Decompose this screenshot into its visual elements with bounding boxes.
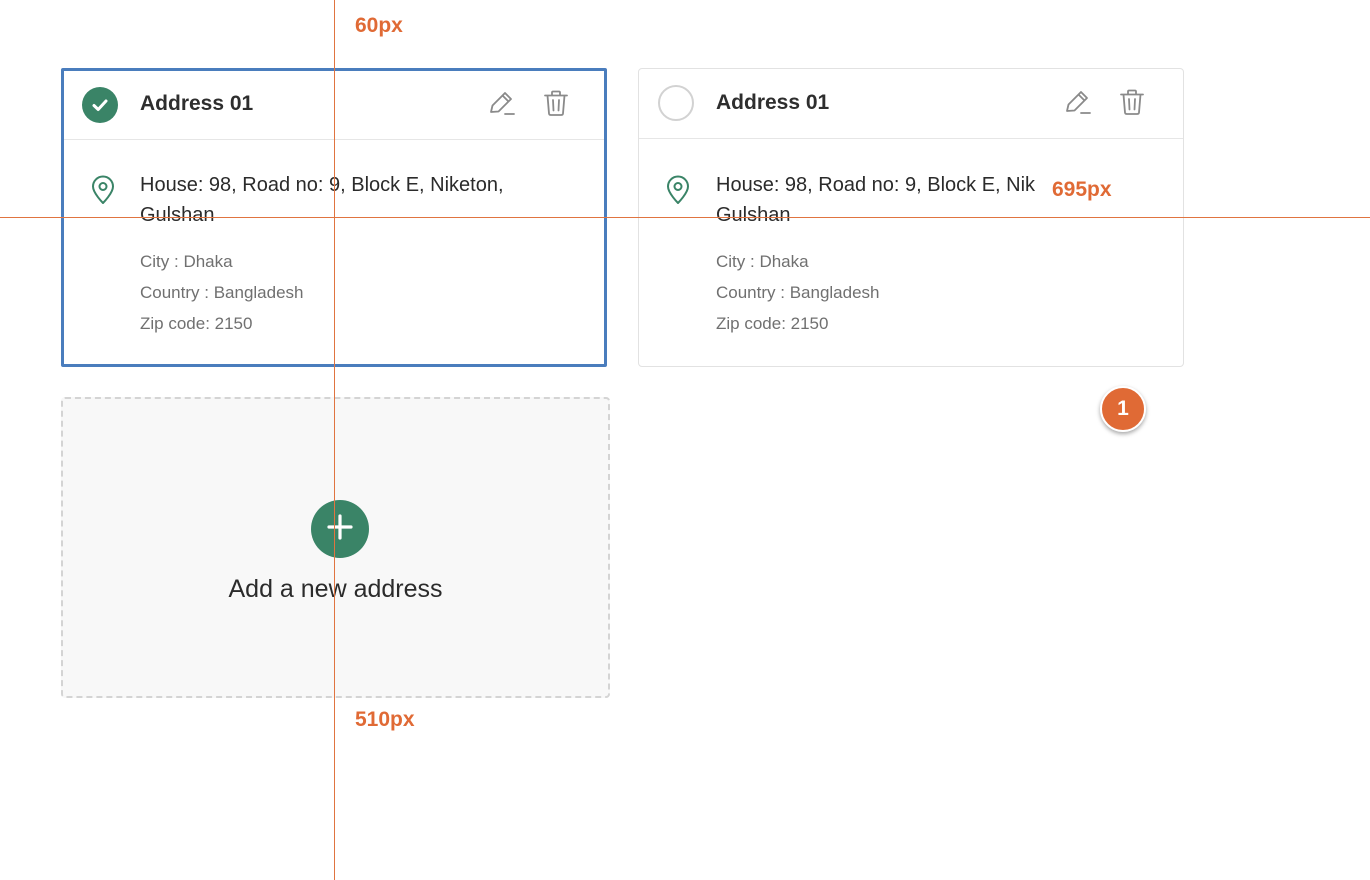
add-address-card[interactable]: Add a new address: [61, 397, 610, 698]
country-text: Country : Bangladesh: [140, 283, 304, 302]
address-meta: City : Dhaka Country : Bangladesh Zip co…: [716, 246, 880, 339]
address-meta: City : Dhaka Country : Bangladesh Zip co…: [140, 246, 304, 339]
country-text: Country : Bangladesh: [716, 283, 880, 302]
delete-button[interactable]: [1116, 88, 1148, 120]
edit-button[interactable]: [1061, 88, 1093, 120]
plus-icon: [326, 513, 354, 546]
street-address: House: 98, Road no: 9, Block E, Nik Guls…: [716, 174, 1036, 226]
map-pin-icon: [90, 175, 116, 210]
top-spacing-label: 60px: [355, 14, 403, 37]
add-address-button[interactable]: [311, 500, 369, 558]
pencil-icon: [486, 88, 516, 123]
city-text: City : Dhaka: [716, 252, 809, 271]
check-circle-icon[interactable]: [82, 87, 118, 123]
pencil-icon: [1062, 87, 1092, 122]
radio-empty-icon[interactable]: [658, 85, 694, 121]
zip-text: Zip code: 2150: [716, 314, 829, 333]
vertical-guide-line: [334, 0, 335, 880]
map-pin-icon: [665, 175, 691, 210]
trash-icon: [1117, 87, 1147, 122]
city-text: City : Dhaka: [140, 252, 233, 271]
bottom-spacing-label: 510px: [355, 708, 415, 731]
street-address: House: 98, Road no: 9, Block E, Niketon,…: [140, 174, 504, 226]
right-spacing-label: 695px: [1050, 178, 1114, 202]
horizontal-guide-line: [0, 217, 1370, 218]
trash-icon: [541, 88, 571, 123]
add-address-label: Add a new address: [228, 575, 443, 603]
card-title: Address 01: [140, 92, 254, 115]
edit-button[interactable]: [485, 89, 517, 121]
card-header: Address 01: [639, 69, 1183, 139]
annotation-marker-badge[interactable]: 1: [1100, 386, 1146, 432]
delete-button[interactable]: [540, 89, 572, 121]
card-title: Address 01: [716, 91, 830, 114]
zip-text: Zip code: 2150: [140, 314, 253, 333]
